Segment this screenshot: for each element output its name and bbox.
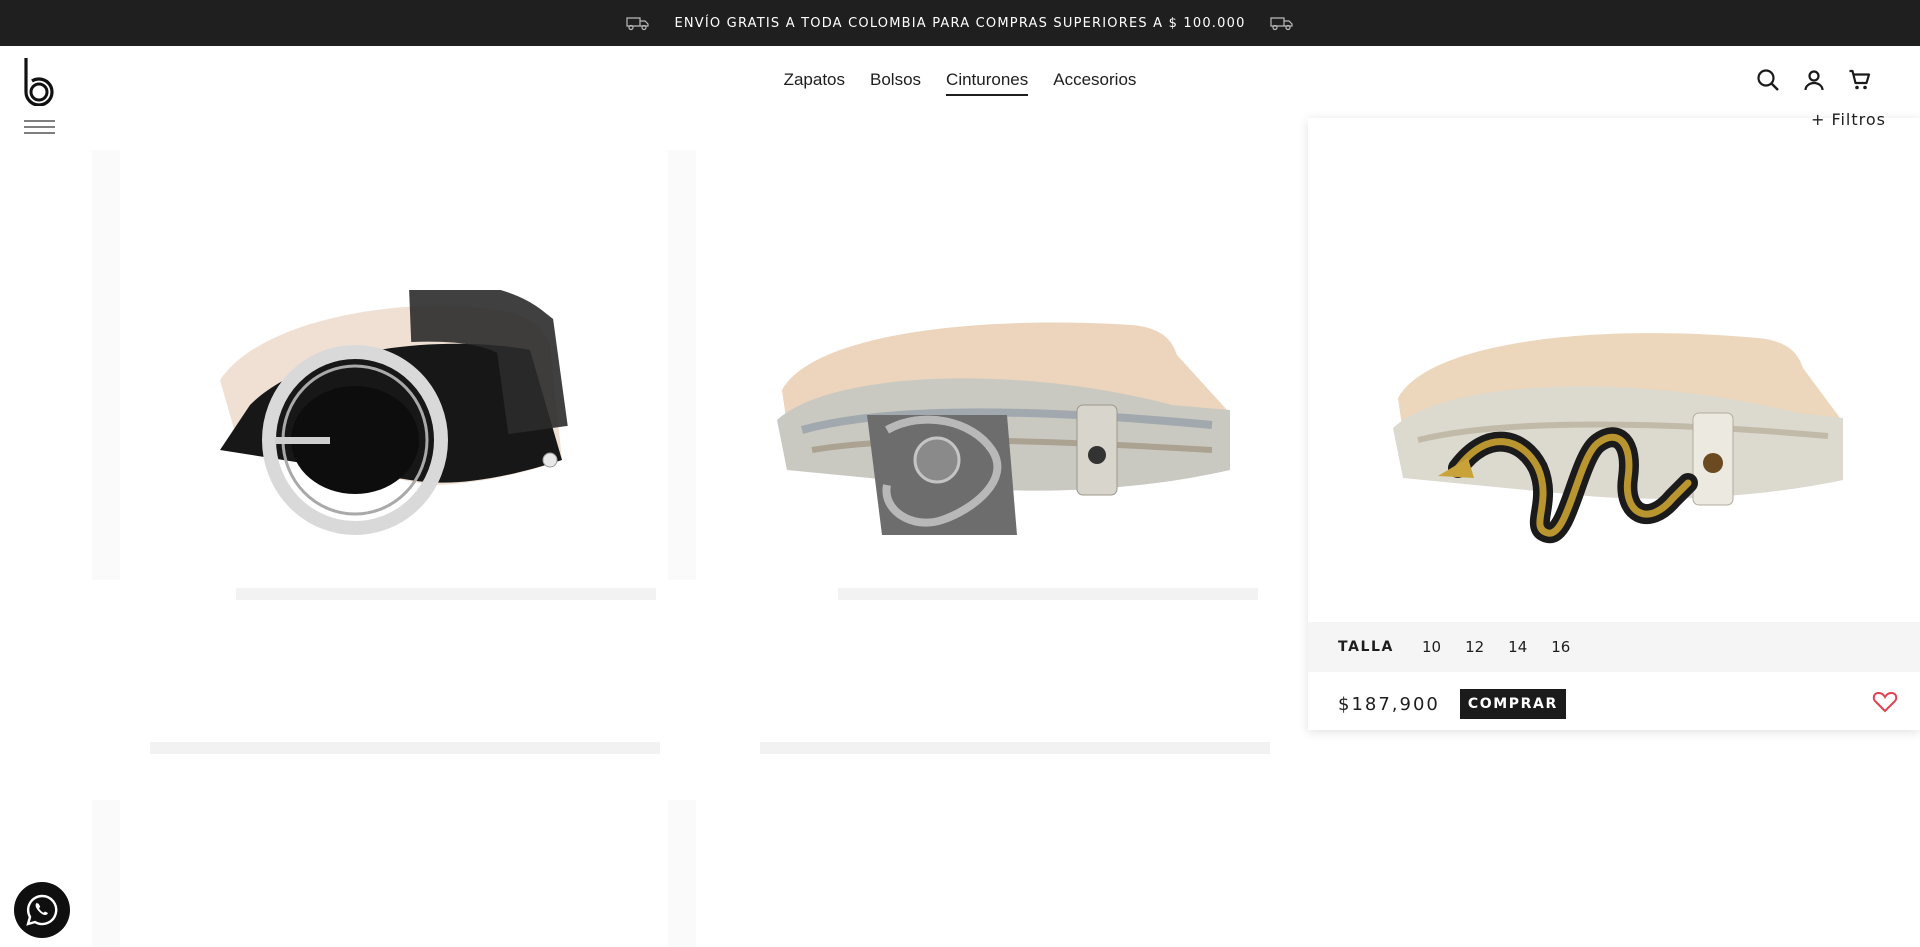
text-placeholder xyxy=(838,588,1258,600)
nav-bolsos[interactable]: Bolsos xyxy=(870,70,921,96)
nav-accesorios[interactable]: Accesorios xyxy=(1053,70,1136,96)
header-icons xyxy=(1756,68,1872,92)
buy-row: $187,900 COMPRAR xyxy=(1338,688,1898,720)
nav-zapatos[interactable]: Zapatos xyxy=(784,70,845,96)
text-placeholder xyxy=(150,742,660,754)
truck-icon xyxy=(1269,17,1293,31)
image-placeholder xyxy=(668,800,696,947)
search-icon[interactable] xyxy=(1756,68,1780,92)
site-header: Zapatos Bolsos Cinturones Accesorios xyxy=(0,46,1920,118)
size-selector: TALLA 10 12 14 16 xyxy=(1308,622,1920,672)
belt-gray-octopus-buckle[interactable] xyxy=(772,310,1242,550)
size-option-14[interactable]: 14 xyxy=(1508,638,1527,656)
size-option-16[interactable]: 16 xyxy=(1551,638,1570,656)
product-price: $187,900 xyxy=(1338,693,1440,715)
filters-button[interactable]: + Filtros xyxy=(1811,110,1886,129)
size-option-12[interactable]: 12 xyxy=(1465,638,1484,656)
truck-icon xyxy=(626,17,650,31)
belt-black-silver-buckle[interactable] xyxy=(200,290,580,550)
image-placeholder xyxy=(92,150,120,580)
featured-product-card[interactable]: TALLA 10 12 14 16 $187,900 COMPRAR xyxy=(1308,118,1920,730)
announcement-text: ENVÍO GRATIS A TODA COLOMBIA PARA COMPRA… xyxy=(674,15,1246,31)
cart-icon[interactable] xyxy=(1848,68,1872,92)
nav-cinturones[interactable]: Cinturones xyxy=(946,70,1029,96)
buy-button[interactable]: COMPRAR xyxy=(1459,689,1566,719)
image-placeholder xyxy=(92,800,120,947)
belt-white-snake-buckle[interactable] xyxy=(1388,318,1848,558)
text-placeholder xyxy=(760,742,1270,754)
text-placeholder xyxy=(236,588,656,600)
whatsapp-button[interactable] xyxy=(14,882,70,938)
image-placeholder xyxy=(668,150,696,580)
size-label: TALLA xyxy=(1338,639,1394,655)
size-option-10[interactable]: 10 xyxy=(1422,638,1441,656)
announcement-bar: ENVÍO GRATIS A TODA COLOMBIA PARA COMPRA… xyxy=(0,0,1920,46)
user-icon[interactable] xyxy=(1802,68,1826,92)
whatsapp-icon xyxy=(26,894,58,926)
heart-icon[interactable] xyxy=(1872,690,1898,714)
main-nav: Zapatos Bolsos Cinturones Accesorios xyxy=(0,70,1920,96)
hamburger-icon[interactable] xyxy=(24,120,55,134)
